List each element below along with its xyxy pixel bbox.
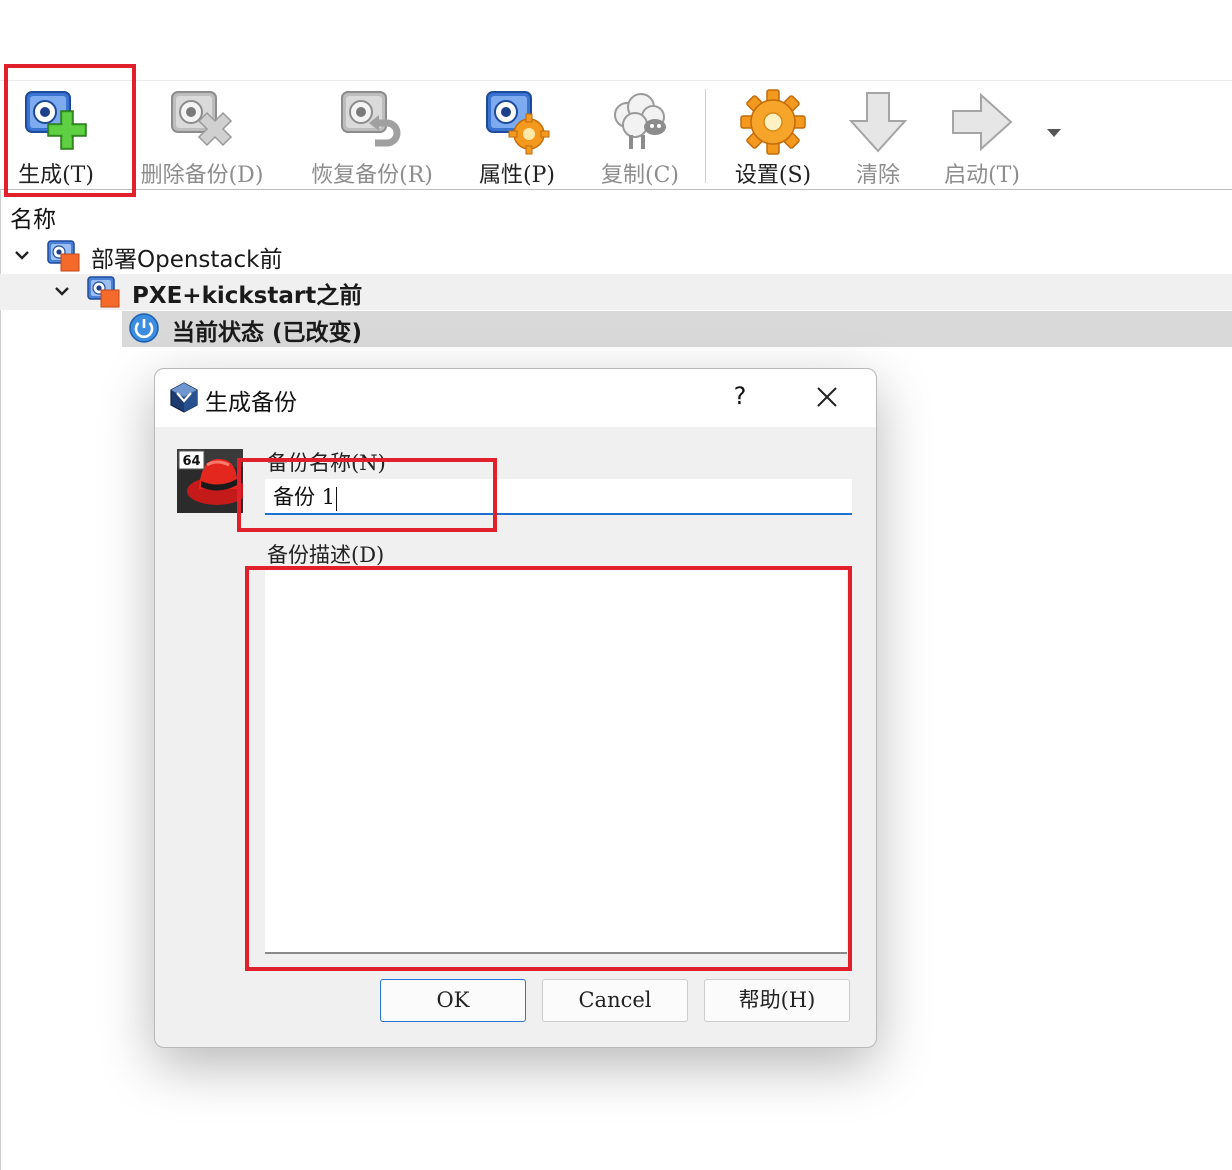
delete-snapshot-icon (171, 91, 233, 147)
discard-button[interactable]: 清除 (836, 81, 920, 189)
snapshot-properties-icon (486, 91, 550, 155)
discard-label: 清除 (855, 163, 900, 188)
clone-label: 复制(C) (601, 163, 679, 188)
close-icon[interactable] (809, 379, 845, 415)
snapshot-description-textarea[interactable] (265, 569, 847, 954)
os-badge-text: 64 (182, 454, 200, 469)
dropdown-triangle-icon[interactable] (1047, 129, 1061, 137)
snapshot-icon (87, 276, 120, 308)
snapshot-toolbar: 生成(T) 删除备份(D) 恢复备份(R) 属性(P) 复制(C) 设置(S) … (0, 80, 1232, 190)
snapshot-properties-button[interactable]: 属性(P) (470, 81, 564, 189)
take-snapshot-label: 生成(T) (18, 163, 94, 188)
pane-border (0, 190, 1, 1170)
window-top-area (0, 0, 1232, 80)
clone-sheep-icon (614, 93, 666, 149)
chevron-down-icon[interactable] (53, 282, 71, 300)
context-help-button[interactable]: ? (723, 379, 757, 413)
start-arrow-right-icon (952, 92, 1013, 152)
discard-arrow-down-icon (848, 92, 908, 153)
delete-snapshot-button[interactable]: 删除备份(D) (136, 81, 268, 189)
text-caret (336, 486, 338, 511)
take-snapshot-icon (25, 91, 87, 150)
take-snapshot-dialog: 生成备份 ? 64 备份名称(N) 备份 1 备份描述(D) OK Cancel… (154, 368, 877, 1048)
toolbar-separator (705, 89, 706, 183)
settings-label: 设置(S) (734, 163, 812, 188)
tree-item-current-state[interactable]: 当前状态 (已改变) (122, 311, 1232, 347)
ok-button[interactable]: OK (380, 979, 526, 1022)
snapshot-icon (47, 240, 80, 272)
snapshot-name-input[interactable]: 备份 1 (265, 479, 852, 515)
snapshot-name-label: 备份名称(N) (267, 451, 386, 475)
start-label: 启动(T) (944, 163, 1020, 188)
restore-snapshot-icon (341, 91, 401, 147)
snapshot-properties-label: 属性(P) (479, 163, 555, 188)
column-header-name: 名称 (10, 207, 56, 233)
help-button[interactable]: 帮助(H) (704, 979, 850, 1022)
dialog-titlebar: 生成备份 ? (155, 369, 876, 427)
tree-item-snapshot-1[interactable]: 部署Openstack前 (0, 238, 1232, 274)
virtualbox-cube-icon (170, 382, 198, 413)
delete-snapshot-label: 删除备份(D) (140, 163, 264, 188)
dialog-title: 生成备份 (205, 390, 297, 416)
clone-button[interactable]: 复制(C) (594, 81, 686, 189)
tree-item-label: 部署Openstack前 (91, 247, 283, 273)
take-snapshot-button[interactable]: 生成(T) (6, 81, 106, 189)
settings-button[interactable]: 设置(S) (724, 81, 822, 189)
restore-snapshot-label: 恢复备份(R) (311, 163, 433, 188)
restore-snapshot-button[interactable]: 恢复备份(R) (306, 81, 438, 189)
tree-item-label: PXE+kickstart之前 (132, 283, 363, 309)
settings-gear-icon (740, 89, 806, 155)
power-icon (129, 313, 159, 343)
snapshot-description-label: 备份描述(D) (267, 543, 385, 567)
start-button[interactable]: 启动(T) (934, 81, 1030, 189)
snapshot-name-value: 备份 1 (273, 485, 336, 509)
tree-item-snapshot-2[interactable]: PXE+kickstart之前 (0, 274, 1232, 310)
tree-item-label: 当前状态 (已改变) (172, 320, 363, 346)
redhat-64-os-icon: 64 (177, 449, 243, 513)
chevron-down-icon[interactable] (13, 246, 31, 264)
cancel-button[interactable]: Cancel (542, 979, 688, 1022)
